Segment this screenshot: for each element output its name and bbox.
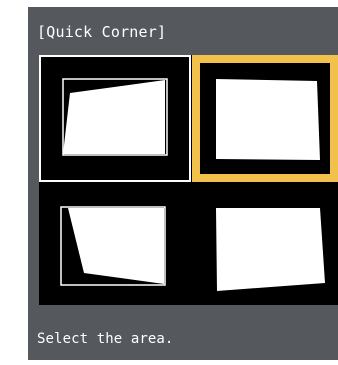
area-top-right[interactable]: [192, 55, 338, 182]
bottom-right-corner-preview-icon: [216, 208, 325, 291]
area-grid: [39, 55, 338, 305]
area-top-left[interactable]: [39, 55, 191, 182]
bottom-left-corner-preview-icon: [60, 206, 166, 286]
area-bottom-right[interactable]: [192, 185, 338, 305]
top-right-corner-preview-icon: [200, 63, 330, 174]
status-message: Select the area.: [37, 331, 174, 347]
area-bottom-left[interactable]: [39, 185, 191, 305]
top-left-corner-preview-icon: [62, 78, 168, 156]
quick-corner-dialog: [Quick Corner] Select the area.: [28, 7, 338, 360]
dialog-title: [Quick Corner]: [37, 23, 167, 41]
